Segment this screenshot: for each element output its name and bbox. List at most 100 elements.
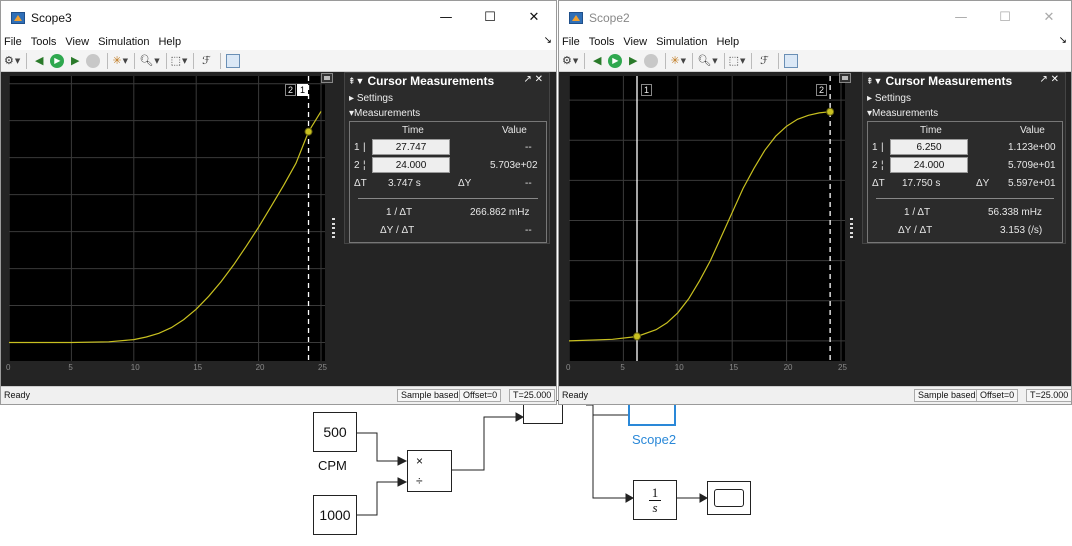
x-tick-label: 10 — [130, 363, 140, 372]
menu-tools[interactable]: Tools — [31, 36, 57, 48]
measurements-label: Measurements — [354, 108, 421, 119]
menu-help[interactable]: Help — [158, 36, 181, 48]
triggers-icon[interactable]: ℱ — [198, 53, 214, 69]
highlight-icon[interactable]: ✳ ▼ — [112, 53, 128, 69]
y-tick-label: 60 — [559, 95, 567, 104]
close-button[interactable]: ✕ — [1027, 1, 1071, 34]
toolbar-separator — [165, 52, 167, 69]
y-tick-label: 600 — [1, 116, 7, 125]
menu-view[interactable]: View — [65, 36, 89, 48]
menu-simulation[interactable]: Simulation — [656, 36, 707, 48]
scope2-plot[interactable] — [569, 76, 845, 361]
x-tick-label: 25 — [318, 363, 327, 372]
product-block[interactable]: × ÷ — [407, 450, 452, 492]
status-sample-mode: Sample based — [397, 389, 463, 402]
undock-button[interactable] — [321, 73, 333, 83]
pin-icon[interactable]: ⇞▼ — [866, 76, 882, 87]
panel-controls-icon[interactable]: ↗ ✕ — [523, 74, 543, 85]
stop-icon[interactable] — [643, 53, 659, 69]
scope3-window[interactable]: Scope3 — ☐ ✕ File Tools View Simulation … — [0, 0, 557, 405]
menu-file[interactable]: File — [4, 36, 22, 48]
scope3-titlebar[interactable]: Scope3 — ☐ ✕ — [1, 1, 556, 34]
scope-block[interactable] — [707, 481, 751, 515]
cursor2-time-field[interactable]: 24.000 — [372, 157, 450, 173]
cursor-tag-1[interactable]: 1 — [297, 84, 308, 96]
measurements-section[interactable]: ▾Measurements — [349, 108, 420, 119]
autoscale-icon[interactable]: ⬚ ▼ — [729, 53, 746, 69]
settings-gear-icon[interactable]: ⚙ ▼ — [562, 53, 578, 69]
cursor-tag-1[interactable]: 1 — [641, 84, 652, 96]
settings-section[interactable]: ▸ Settings — [867, 93, 911, 104]
scope2-window[interactable]: Scope2 — ☐ ✕ File Tools View Simulation … — [558, 0, 1072, 405]
row-index: 1 — [872, 142, 878, 153]
menu-simulation[interactable]: Simulation — [98, 36, 149, 48]
highlight-icon[interactable]: ✳ ▼ — [670, 53, 686, 69]
menu-help[interactable]: Help — [716, 36, 739, 48]
run-icon[interactable]: ▶ — [49, 53, 65, 69]
row-index-marker: ¦ — [881, 160, 884, 171]
menu-tools[interactable]: Tools — [589, 36, 615, 48]
menu-file[interactable]: File — [562, 36, 580, 48]
cursor2-value: 5.703e+02 — [490, 160, 538, 171]
x-tick-label: 15 — [193, 363, 203, 372]
scope2-titlebar[interactable]: Scope2 — ☐ ✕ — [559, 1, 1071, 34]
scope3-plot-svg — [9, 76, 325, 361]
constant-block-1000[interactable]: 1000 — [313, 495, 357, 535]
statusbar: Ready Sample based Offset=0 T=25.000 — [1, 386, 556, 404]
y-tick-label: 30 — [559, 216, 567, 225]
cursor1-time-field[interactable]: 27.747 — [372, 139, 450, 155]
y-tick-label: 200 — [1, 264, 7, 273]
delta-y-value: 5.597e+01 — [1008, 178, 1056, 189]
cursor-tag-2[interactable]: 2 — [816, 84, 827, 96]
row-index-marker: ¦ — [363, 160, 366, 171]
integrator-block[interactable]: 1 s — [633, 480, 677, 520]
step-forward-icon[interactable]: ▶ — [625, 53, 641, 69]
zoom-icon[interactable]: 🔍︎ ▼ — [697, 53, 717, 69]
x-tick-label: 10 — [674, 363, 684, 372]
series-line — [569, 111, 831, 342]
cursor-measurements-icon[interactable] — [225, 53, 241, 69]
dydt-value: -- — [525, 225, 532, 236]
toolbar-separator — [584, 52, 586, 69]
settings-gear-icon[interactable]: ⚙ ▼ — [4, 53, 20, 69]
cursor2-time-field[interactable]: 24.000 — [890, 157, 968, 173]
cursor-measurements-icon[interactable] — [783, 53, 799, 69]
autoscale-icon[interactable]: ⬚ ▼ — [171, 53, 188, 69]
delta-t-value: 17.750 s — [902, 178, 941, 189]
maximize-button[interactable]: ☐ — [983, 1, 1027, 34]
divider — [358, 198, 538, 199]
y-tick-label: 100 — [1, 301, 7, 310]
step-forward-icon[interactable]: ▶ — [67, 53, 83, 69]
zoom-icon[interactable]: 🔍︎ ▼ — [139, 53, 159, 69]
cursor1-time-field[interactable]: 6.250 — [890, 139, 968, 155]
cursor-tag-2[interactable]: 2 — [285, 84, 296, 96]
measurements-section[interactable]: ▾Measurements — [867, 108, 938, 119]
delta-t-value: 3.747 s — [388, 178, 421, 189]
settings-section[interactable]: ▸ Settings — [349, 93, 393, 104]
step-back-icon[interactable]: ◀ — [31, 53, 47, 69]
step-back-icon[interactable]: ◀ — [589, 53, 605, 69]
undock-button[interactable] — [839, 73, 851, 83]
constant-label-cpm: CPM — [318, 458, 347, 473]
scope3-plot[interactable] — [9, 76, 325, 361]
constant-block-cpm[interactable]: 500 — [313, 412, 357, 452]
status-ready: Ready — [4, 390, 31, 400]
maximize-button[interactable]: ☐ — [468, 1, 512, 34]
y-tick-label: 500 — [1, 153, 7, 162]
panel-controls-icon[interactable]: ↗ ✕ — [1039, 74, 1059, 85]
delta-t-label: ΔT — [872, 178, 885, 189]
minimize-button[interactable]: — — [424, 1, 468, 34]
triggers-icon[interactable]: ℱ — [756, 53, 772, 69]
run-icon[interactable]: ▶ — [607, 53, 623, 69]
minimize-button[interactable]: — — [939, 1, 983, 34]
menu-overflow-icon[interactable]: ↘ — [544, 35, 552, 46]
pin-icon[interactable]: ⇞▼ — [348, 76, 364, 87]
panel-resize-grip[interactable] — [850, 218, 856, 238]
stop-icon[interactable] — [85, 53, 101, 69]
status-time: T=25.000 — [509, 389, 556, 402]
x-tick-label: 0 — [566, 363, 571, 372]
menu-overflow-icon[interactable]: ↘ — [1059, 35, 1067, 46]
panel-resize-grip[interactable] — [332, 218, 338, 238]
close-button[interactable]: ✕ — [512, 1, 556, 34]
menu-view[interactable]: View — [623, 36, 647, 48]
